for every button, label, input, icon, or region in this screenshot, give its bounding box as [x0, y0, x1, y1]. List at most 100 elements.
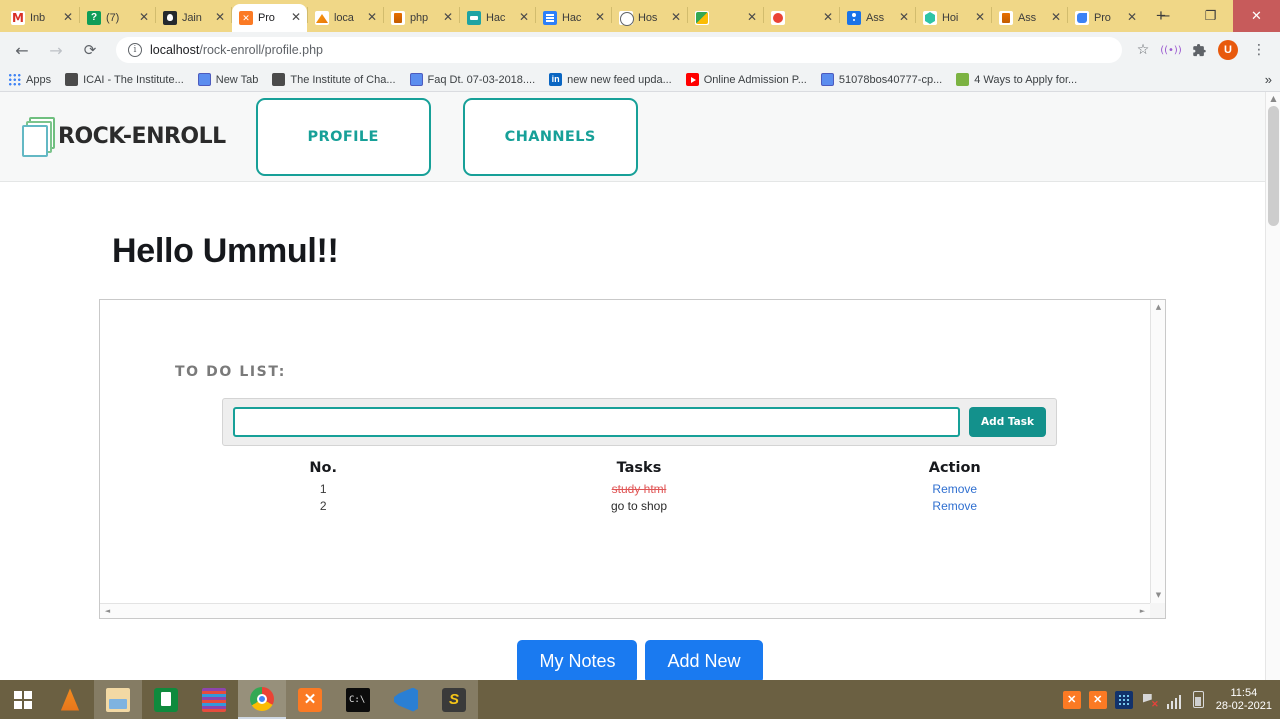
page-scroll-up-icon[interactable]: ▲: [1266, 92, 1280, 106]
tab-close-icon[interactable]: ✕: [821, 11, 835, 25]
footer-buttons: My Notes Add New: [0, 640, 1280, 680]
browser-tab[interactable]: loca ✕: [308, 4, 383, 32]
chrome-menu-icon[interactable]: ⋮: [1246, 37, 1272, 63]
whatsapp-icon: [87, 11, 101, 25]
browser-tab[interactable]: Hoi ✕: [916, 4, 991, 32]
panel-vertical-scrollbar[interactable]: ▲ ▼: [1150, 300, 1165, 603]
scroll-right-arrow-icon[interactable]: ►: [1135, 604, 1150, 619]
bookmark-item[interactable]: Online Admission P...: [685, 73, 807, 86]
start-button[interactable]: [0, 680, 46, 719]
browser-tab[interactable]: Ass ✕: [992, 4, 1067, 32]
bookmark-star-icon[interactable]: ☆: [1130, 37, 1156, 63]
bookmark-label: Apps: [26, 73, 52, 86]
tab-title: Ass: [1018, 12, 1037, 24]
bookmark-item[interactable]: Faq Dt. 07-03-2018....: [409, 73, 535, 86]
nav-channels-button[interactable]: CHANNELS: [462, 97, 638, 176]
cast-icon[interactable]: ((•)): [1158, 37, 1184, 63]
browser-tab[interactable]: Pro ✕: [1068, 4, 1143, 32]
bookmark-item[interactable]: 51078bos40777-cp...: [820, 73, 942, 86]
taskbar-item[interactable]: [142, 680, 190, 719]
network-grid-icon[interactable]: [1114, 690, 1133, 709]
record-icon: [771, 11, 785, 25]
my-notes-button[interactable]: My Notes: [517, 640, 638, 680]
bookmark-item[interactable]: ICAI - The Institute...: [65, 73, 184, 86]
tab-close-icon[interactable]: ✕: [593, 11, 607, 25]
taskbar-item[interactable]: S: [430, 680, 478, 719]
browser-tab[interactable]: ✕: [688, 4, 763, 32]
bookmark-item[interactable]: in new new feed upda...: [549, 73, 672, 86]
taskbar-item[interactable]: [94, 680, 142, 719]
taskbar-item[interactable]: [382, 680, 430, 719]
browser-tab[interactable]: Inb ✕: [4, 4, 79, 32]
taskbar-item[interactable]: [46, 680, 94, 719]
signal-strength-icon[interactable]: [1166, 691, 1185, 709]
tab-close-icon[interactable]: ✕: [1049, 11, 1063, 25]
xampp-tray-icon-2[interactable]: ✕: [1088, 690, 1107, 709]
minimize-button[interactable]: −: [1143, 0, 1188, 32]
network-disconnected-icon[interactable]: [1141, 691, 1159, 710]
forward-icon[interactable]: →: [42, 36, 70, 64]
taskbar-clock[interactable]: 11:54 28-02-2021: [1216, 687, 1272, 713]
battery-icon[interactable]: [1192, 691, 1204, 708]
extensions-icon[interactable]: [1186, 37, 1212, 63]
remove-task-link[interactable]: Remove: [932, 482, 977, 496]
tab-close-icon[interactable]: ✕: [213, 11, 227, 25]
globe-icon: [409, 73, 423, 86]
browser-tab[interactable]: (7) ✕: [80, 4, 155, 32]
vlc-icon: [60, 688, 80, 711]
tab-close-icon[interactable]: ✕: [745, 11, 759, 25]
nav-profile-button[interactable]: PROFILE: [255, 97, 431, 176]
tab-close-icon[interactable]: ✕: [137, 11, 151, 25]
scroll-up-arrow-icon[interactable]: ▲: [1151, 300, 1166, 315]
add-new-button[interactable]: Add New: [645, 640, 763, 680]
tab-close-icon[interactable]: ✕: [61, 11, 75, 25]
profile-avatar[interactable]: U: [1218, 40, 1238, 60]
address-bar[interactable]: i localhost/rock-enroll/profile.php: [116, 37, 1122, 63]
tab-close-icon[interactable]: ✕: [897, 11, 911, 25]
xampp-tray-icon[interactable]: ✕: [1062, 690, 1081, 709]
taskbar-item[interactable]: ✕: [286, 680, 334, 719]
scroll-left-arrow-icon[interactable]: ◄: [100, 604, 115, 619]
browser-tab[interactable]: Pro ✕: [232, 4, 307, 32]
browser-tab[interactable]: Ass ✕: [840, 4, 915, 32]
task-text[interactable]: go to shop: [611, 499, 667, 513]
task-text[interactable]: study html: [612, 482, 667, 496]
bookmark-item[interactable]: New Tab: [197, 73, 259, 86]
browser-tab[interactable]: Hos ✕: [612, 4, 687, 32]
taskbar-item[interactable]: [190, 680, 238, 719]
tab-close-icon[interactable]: ✕: [669, 11, 683, 25]
close-window-button[interactable]: ✕: [1233, 0, 1280, 32]
site-info-icon[interactable]: i: [128, 43, 142, 57]
remove-task-link[interactable]: Remove: [932, 499, 977, 513]
add-task-button[interactable]: Add Task: [969, 407, 1046, 437]
maximize-button[interactable]: ❐: [1188, 0, 1233, 32]
bookmark-item[interactable]: 4 Ways to Apply for...: [956, 73, 1077, 86]
tab-close-icon[interactable]: ✕: [517, 11, 531, 25]
taskbar-item[interactable]: [238, 680, 286, 719]
bookmark-label: New Tab: [215, 73, 259, 86]
page-scroll-thumb[interactable]: [1268, 106, 1279, 226]
site-header: ROCK-ENROLL PROFILE CHANNELS: [0, 92, 1280, 182]
tab-close-icon[interactable]: ✕: [1125, 11, 1139, 25]
reload-icon[interactable]: ⟳: [76, 36, 104, 64]
tab-close-icon[interactable]: ✕: [365, 11, 379, 25]
taskbar-item[interactable]: C:\: [334, 680, 382, 719]
bookmark-item[interactable]: Apps: [8, 73, 51, 86]
bookmarks-overflow-icon[interactable]: »: [1265, 72, 1272, 87]
browser-tab[interactable]: Hac ✕: [536, 4, 611, 32]
tab-close-icon[interactable]: ✕: [973, 11, 987, 25]
globe-icon: [820, 73, 834, 86]
panel-horizontal-scrollbar[interactable]: ◄ ►: [100, 603, 1165, 618]
task-input[interactable]: [233, 407, 961, 437]
tab-close-icon[interactable]: ✕: [289, 11, 303, 25]
tab-close-icon[interactable]: ✕: [441, 11, 455, 25]
browser-tab[interactable]: ✕: [764, 4, 839, 32]
site-logo[interactable]: ROCK-ENROLL: [22, 116, 226, 157]
page-scrollbar[interactable]: ▲: [1265, 92, 1280, 680]
browser-tab[interactable]: php ✕: [384, 4, 459, 32]
browser-tab[interactable]: Jain ✕: [156, 4, 231, 32]
scroll-down-arrow-icon[interactable]: ▼: [1151, 588, 1166, 603]
bookmark-item[interactable]: The Institute of Cha...: [272, 73, 396, 86]
back-icon[interactable]: ←: [8, 36, 36, 64]
browser-tab[interactable]: Hac ✕: [460, 4, 535, 32]
